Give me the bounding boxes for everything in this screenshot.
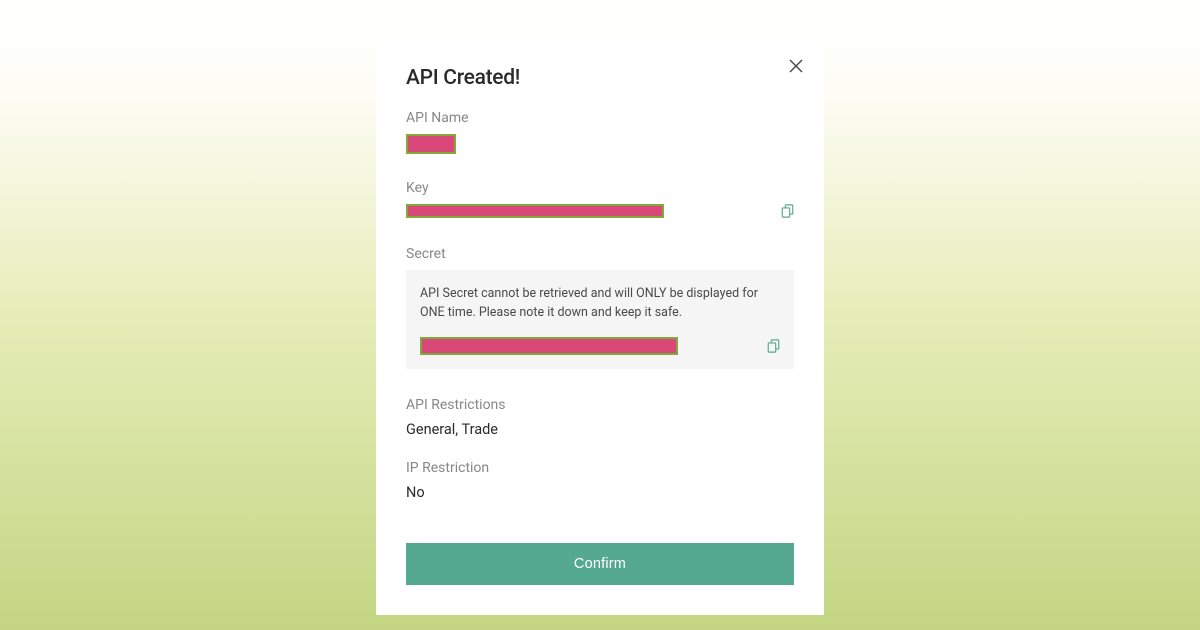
ip-restriction-label: IP Restriction <box>406 460 794 476</box>
modal-title: API Created! <box>406 66 794 90</box>
copy-icon <box>781 204 794 218</box>
api-restrictions-value: General, Trade <box>406 421 794 438</box>
close-button[interactable] <box>788 58 804 74</box>
key-value-redacted <box>406 204 664 218</box>
api-name-value-redacted <box>406 134 456 154</box>
api-restrictions-label: API Restrictions <box>406 397 794 413</box>
secret-value-redacted <box>420 337 678 355</box>
ip-restriction-value: No <box>406 484 794 501</box>
close-icon <box>789 59 803 73</box>
field-key: Key <box>406 180 794 218</box>
field-api-restrictions: API Restrictions General, Trade <box>406 397 794 438</box>
copy-key-button[interactable] <box>781 204 794 218</box>
copy-secret-button[interactable] <box>767 339 780 353</box>
api-created-modal: API Created! API Name Key Secret API Sec… <box>376 38 824 615</box>
api-name-label: API Name <box>406 110 794 126</box>
secret-box: API Secret cannot be retrieved and will … <box>406 270 794 369</box>
confirm-button[interactable]: Confirm <box>406 543 794 585</box>
field-ip-restriction: IP Restriction No <box>406 460 794 501</box>
field-api-name: API Name <box>406 110 794 158</box>
secret-label: Secret <box>406 246 794 262</box>
copy-icon <box>767 339 780 353</box>
field-secret: Secret API Secret cannot be retrieved an… <box>406 246 794 369</box>
key-label: Key <box>406 180 794 196</box>
secret-warning: API Secret cannot be retrieved and will … <box>420 284 780 323</box>
